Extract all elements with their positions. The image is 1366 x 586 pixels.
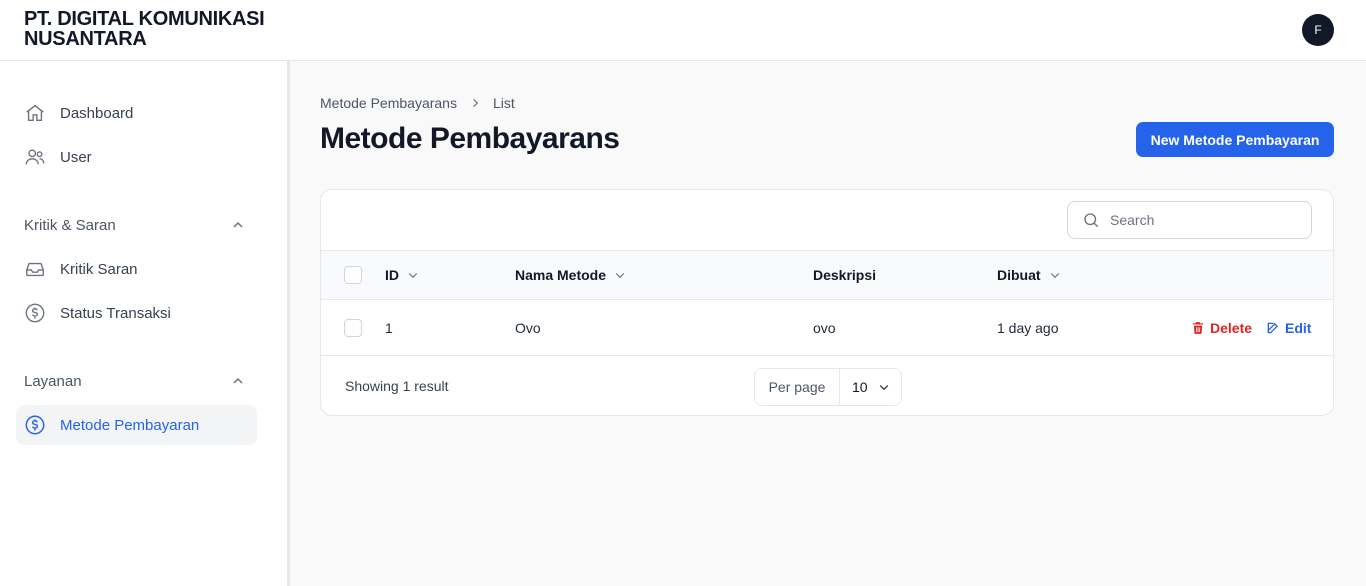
chevron-up-icon[interactable] <box>230 373 246 389</box>
brand-name[interactable]: PT. DIGITAL KOMUNIKASI NUSANTARA <box>24 8 265 50</box>
column-header-nama-metode[interactable]: Nama Metode <box>515 251 626 299</box>
sidebar-item-status-transaksi[interactable]: Status Transaksi <box>16 293 257 333</box>
sort-chevron-icon <box>408 273 418 279</box>
sidebar: Dashboard User Kritik & Saran Kritik Sar… <box>0 61 290 586</box>
trash-icon <box>1192 321 1204 334</box>
per-page-label: Per page <box>755 369 840 405</box>
dollar-circle-icon <box>24 302 46 324</box>
sidebar-item-label: Kritik Saran <box>60 260 138 278</box>
delete-action[interactable]: Delete <box>1191 300 1252 355</box>
per-page-select[interactable]: Per page 10 <box>754 368 902 406</box>
delete-label: Delete <box>1210 319 1253 336</box>
per-page-selected: 10 <box>852 379 868 395</box>
table-row[interactable]: 1 Ovo ovo 1 day ago Delete Edit <box>321 300 1333 356</box>
edit-action[interactable]: Edit <box>1266 300 1311 355</box>
search-input[interactable] <box>1110 212 1290 228</box>
inbox-icon <box>24 258 46 280</box>
sidebar-item-kritik-saran[interactable]: Kritik Saran <box>16 249 257 289</box>
table-card: ID Nama Metode Deskripsi Dibuat 1 Ovo ov… <box>320 189 1334 416</box>
new-metode-pembayaran-button[interactable]: New Metode Pembayaran <box>1136 122 1334 157</box>
column-header-label: ID <box>385 267 399 283</box>
cell-dibuat: 1 day ago <box>997 319 1059 336</box>
sidebar-item-dashboard[interactable]: Dashboard <box>16 93 257 133</box>
row-checkbox[interactable] <box>344 318 362 337</box>
row-select-cell <box>344 300 362 355</box>
group-label-layanan[interactable]: Layanan <box>24 373 82 390</box>
home-icon <box>24 102 46 124</box>
avatar[interactable]: F <box>1302 14 1334 46</box>
sidebar-item-metode-pembayaran[interactable]: Metode Pembayaran <box>16 405 257 445</box>
dollar-circle-icon <box>24 414 46 436</box>
select-all-checkbox[interactable] <box>344 266 362 284</box>
column-header-label: Deskripsi <box>813 267 877 283</box>
column-header-dibuat[interactable]: Dibuat <box>997 251 1061 299</box>
sidebar-item-user[interactable]: User <box>16 137 257 177</box>
breadcrumb: Metode Pembayarans List <box>320 95 515 111</box>
sidebar-item-label: Status Transaksi <box>60 304 171 322</box>
group-label-kritik-saran[interactable]: Kritik & Saran <box>24 217 116 234</box>
brand-line-1: PT. DIGITAL KOMUNIKASI <box>24 8 265 30</box>
column-header-deskripsi: Deskripsi <box>813 251 876 299</box>
search-icon <box>1084 213 1099 228</box>
cell-id: 1 <box>385 319 393 336</box>
users-icon <box>24 146 46 168</box>
edit-icon <box>1267 322 1278 333</box>
cell-deskripsi: ovo <box>813 319 836 336</box>
page-title: Metode Pembayarans <box>320 122 620 155</box>
breadcrumb-current: List <box>492 95 515 111</box>
sort-chevron-icon <box>615 273 625 279</box>
column-header-label: Dibuat <box>997 267 1041 283</box>
edit-label: Edit <box>1285 319 1312 336</box>
per-page-value[interactable]: 10 <box>840 369 901 405</box>
result-count: Showing 1 result <box>345 378 449 394</box>
search-box[interactable] <box>1067 201 1312 239</box>
sidebar-item-label: Dashboard <box>60 104 134 122</box>
top-bar: PT. DIGITAL KOMUNIKASI NUSANTARA F <box>0 0 1366 61</box>
cell-nama-metode: Ovo <box>515 319 541 336</box>
column-header-id[interactable]: ID <box>385 251 419 299</box>
sort-chevron-icon <box>1050 273 1059 279</box>
sidebar-item-label: User <box>60 148 92 166</box>
brand-line-2: NUSANTARA <box>24 28 147 50</box>
table-header: ID Nama Metode Deskripsi Dibuat <box>321 250 1333 300</box>
breadcrumb-parent[interactable]: Metode Pembayarans <box>320 95 457 111</box>
column-header-label: Nama Metode <box>515 267 607 283</box>
chevron-up-icon[interactable] <box>230 217 246 233</box>
chevron-right-icon <box>469 97 481 109</box>
sidebar-item-label: Metode Pembayaran <box>60 416 200 434</box>
chevron-down-icon <box>879 385 888 391</box>
select-all-cell <box>344 251 362 299</box>
